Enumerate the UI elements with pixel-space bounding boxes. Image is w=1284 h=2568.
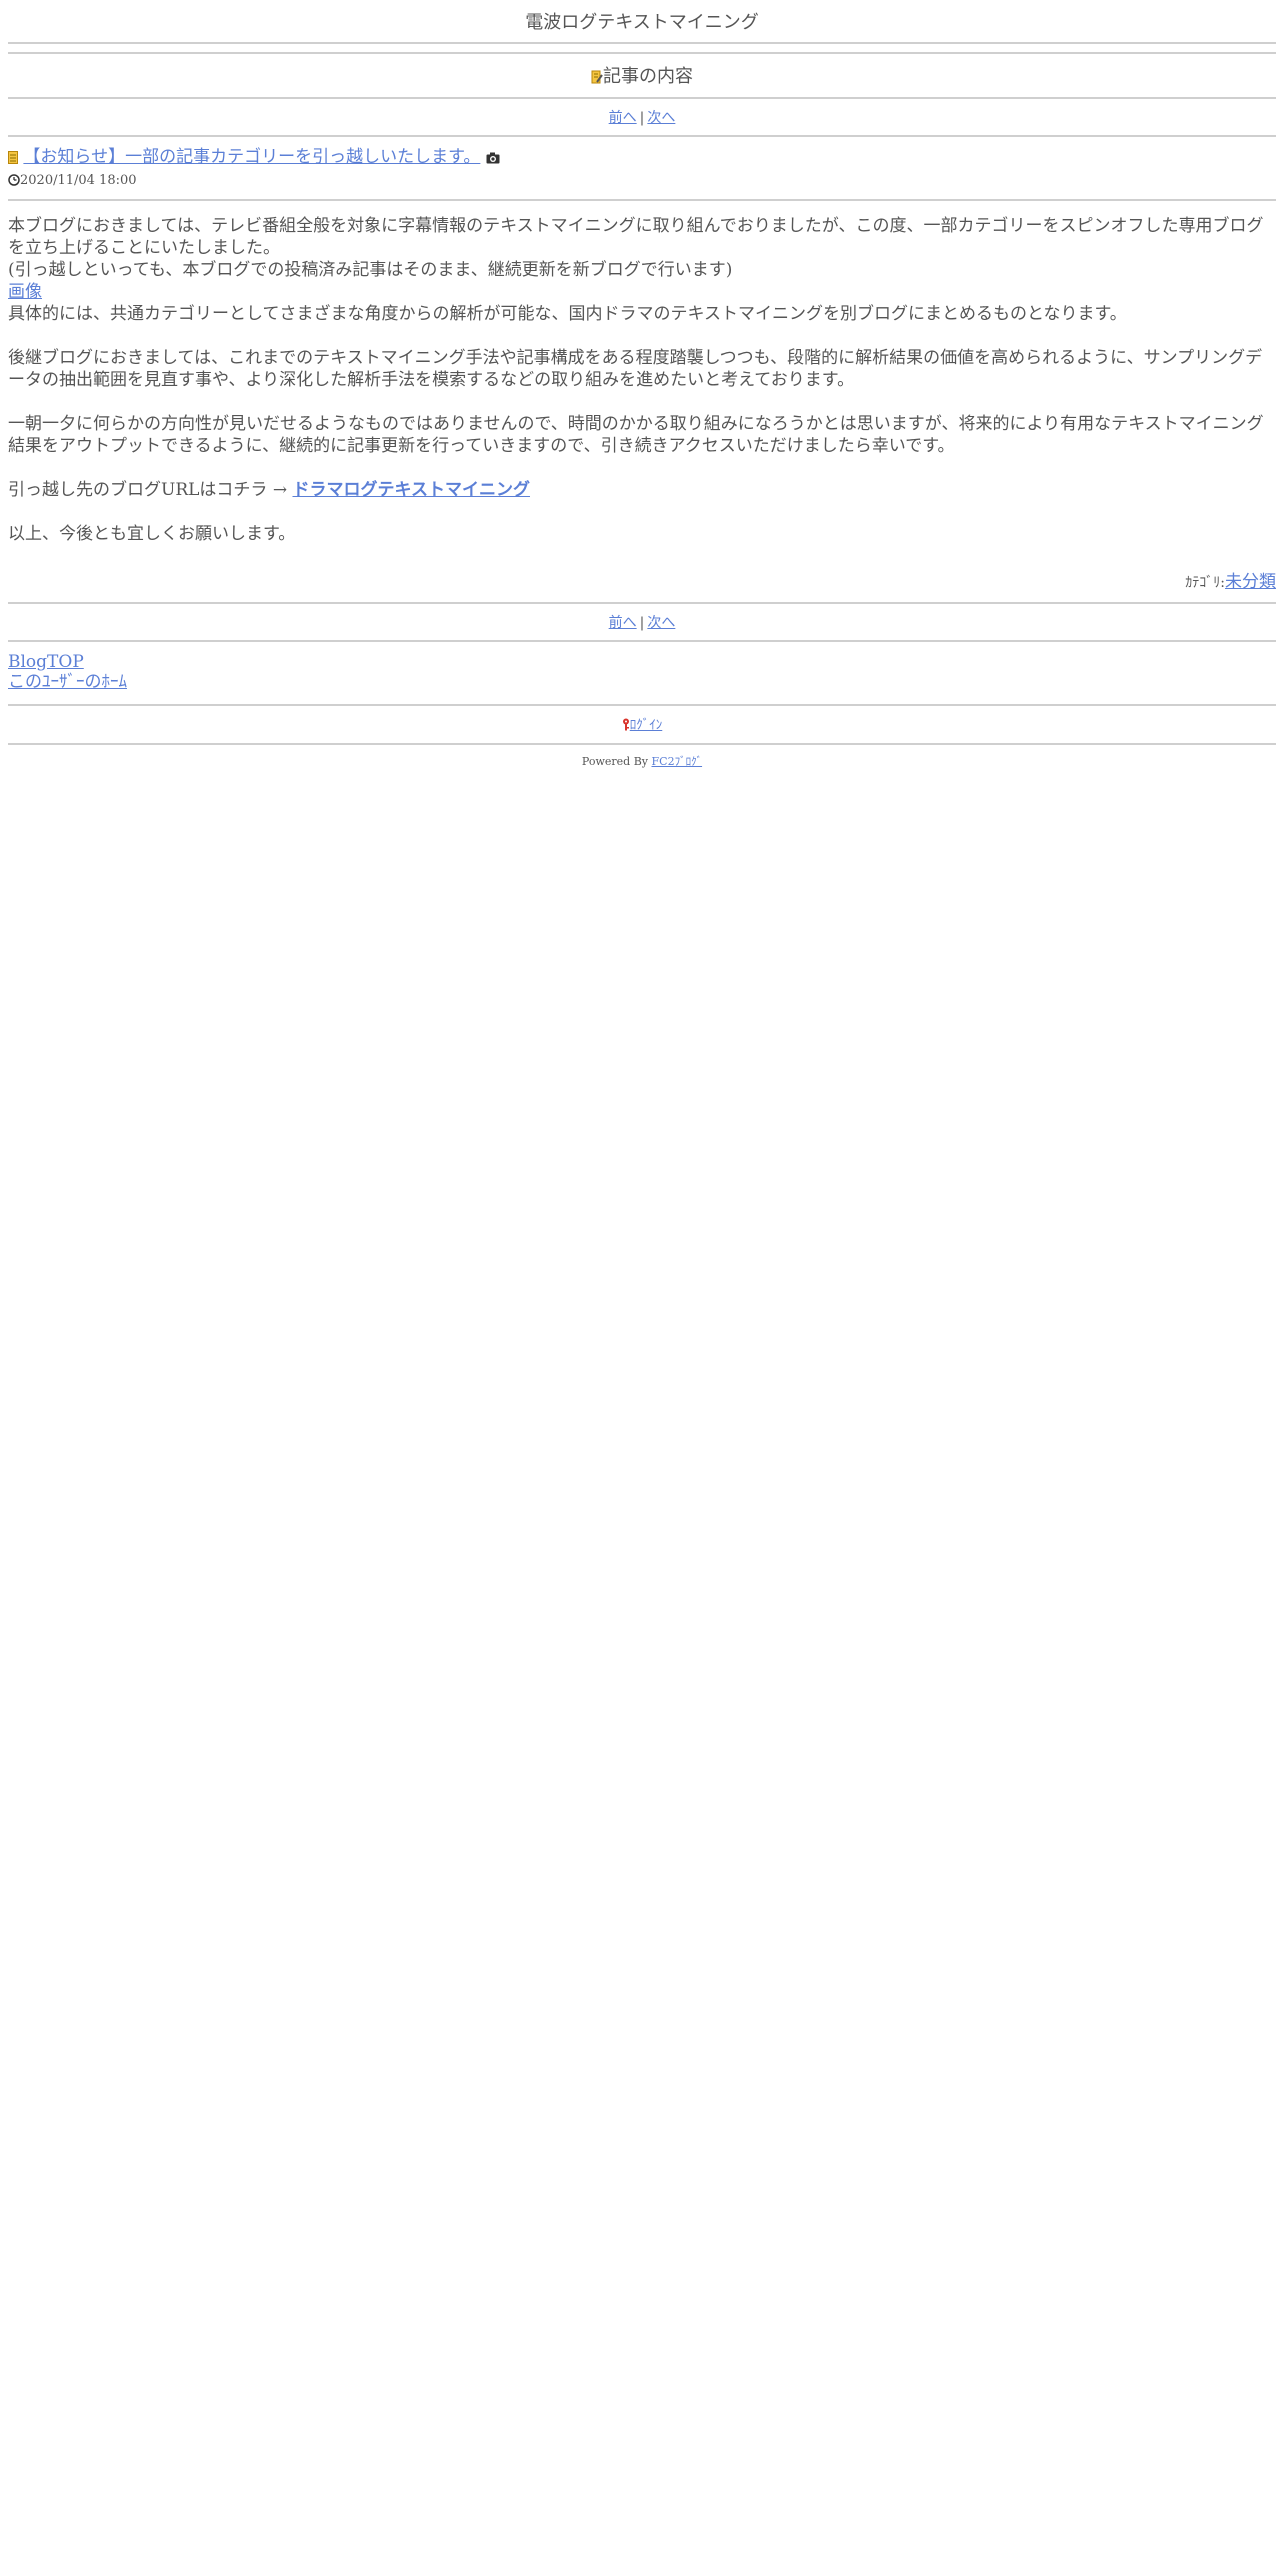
- section-header: 記事の内容: [8, 54, 1276, 97]
- key-icon: [622, 718, 630, 735]
- pager-separator: |: [639, 615, 645, 631]
- section-title: 記事の内容: [603, 66, 693, 87]
- pencil-memo-icon: [591, 68, 603, 89]
- page: 電波ログテキストマイニング 記事の内容 前へ | 次へ 【お知らせ】一部の記事カテゴ…: [0, 0, 1284, 777]
- intro-text: 本ブログにおきましては、テレビ番組全般を対象に字幕情報のテキストマイニングに取り…: [8, 216, 1264, 258]
- entry-header: 【お知らせ】一部の記事カテゴリーを引っ越しいたします。 2020/11/04 1…: [8, 137, 1276, 199]
- document-icon: [8, 149, 18, 169]
- paragraph-new-blog: 引っ越し先のブログURLはコチラ → ドラマログテキストマイニング: [8, 479, 1276, 501]
- paragraph-closing: 以上、今後とも宜しくお願いします。: [8, 524, 296, 544]
- new-blog-prefix: 引っ越し先のブログURLはコチラ →: [8, 480, 288, 500]
- camera-icon: [486, 149, 500, 169]
- new-blog-link[interactable]: ドラマログテキストマイニング: [292, 480, 530, 500]
- entry-title-row: 【お知らせ】一部の記事カテゴリーを引っ越しいたします。: [8, 147, 1276, 169]
- user-home-link[interactable]: このﾕｰｻﾞｰのﾎｰﾑ: [8, 672, 127, 692]
- entry-date: 2020/11/04 18:00: [20, 173, 137, 188]
- pager-separator: |: [639, 110, 645, 126]
- category-label: ｶﾃｺﾞﾘ:: [1185, 575, 1225, 591]
- prev-link-bottom[interactable]: 前へ: [609, 615, 637, 631]
- pager-bottom: 前へ | 次へ: [8, 604, 1276, 640]
- entry-date-row: 2020/11/04 18:00: [8, 173, 1276, 191]
- intro-note: (引っ越しといっても、本ブログでの投稿済み記事はそのまま、継続更新を新ブログで行…: [8, 260, 733, 280]
- blog-top-link[interactable]: BlogTOP: [8, 652, 84, 672]
- entry-category: ｶﾃｺﾞﾘ:未分類: [8, 567, 1276, 602]
- next-link-bottom[interactable]: 次へ: [647, 615, 675, 631]
- entry-body: 本ブログにおきましては、テレビ番組全般を対象に字幕情報のテキストマイニングに取り…: [8, 201, 1276, 545]
- entry-title-link[interactable]: 【お知らせ】一部の記事カテゴリーを引っ越しいたします。: [23, 147, 480, 167]
- paragraph-plan: 後継ブログにおきましては、これまでのテキストマイニング手法や記事構成をある程度踏…: [8, 348, 1263, 390]
- pager-top: 前へ | 次へ: [8, 99, 1276, 135]
- footer-links: BlogTOP このﾕｰｻﾞｰのﾎｰﾑ: [8, 642, 1276, 704]
- login-row: ﾛｸﾞｲﾝ: [8, 706, 1276, 743]
- paragraph-outlook: 一朝一夕に何らかの方向性が見いだせるようなものではありませんので、時間のかかる取…: [8, 414, 1264, 456]
- blog-title: 電波ログテキストマイニング: [525, 12, 759, 33]
- intro-detail: 具体的には、共通カテゴリーとしてさまざまな角度からの解析が可能な、国内ドラマのテ…: [8, 304, 1127, 324]
- category-link[interactable]: 未分類: [1225, 572, 1276, 592]
- powered-by: Powered By FC2ﾌﾞﾛｸﾞ: [8, 745, 1276, 777]
- login-link[interactable]: ﾛｸﾞｲﾝ: [630, 718, 663, 733]
- prev-link[interactable]: 前へ: [609, 110, 637, 126]
- paragraph-intro: 本ブログにおきましては、テレビ番組全般を対象に字幕情報のテキストマイニングに取り…: [8, 215, 1276, 325]
- image-link[interactable]: 画像: [8, 282, 42, 302]
- fc2-blog-link[interactable]: FC2ﾌﾞﾛｸﾞ: [652, 755, 703, 768]
- next-link[interactable]: 次へ: [647, 110, 675, 126]
- clock-icon: [8, 174, 20, 191]
- powered-prefix: Powered By: [581, 755, 649, 768]
